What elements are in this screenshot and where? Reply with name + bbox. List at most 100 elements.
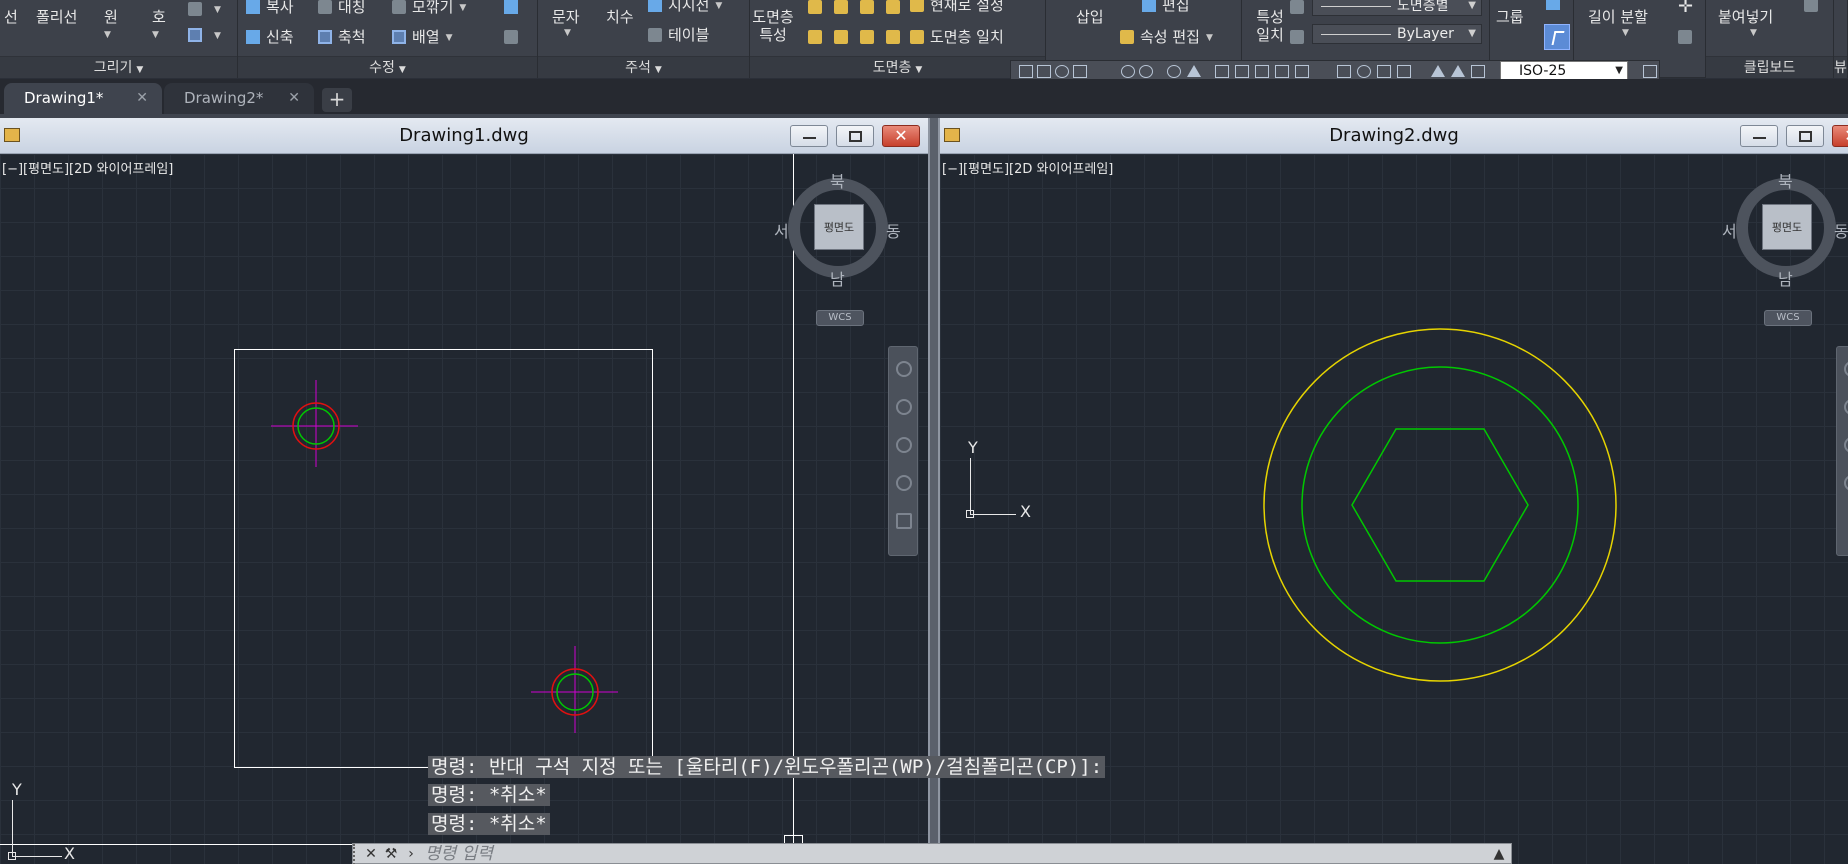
viewcube-top-face[interactable]: 평면도 bbox=[814, 204, 864, 250]
layer-walk-icon[interactable] bbox=[808, 28, 828, 46]
chevron-up-icon[interactable]: ▲ bbox=[1491, 846, 1507, 862]
showmotion-icon[interactable] bbox=[896, 513, 912, 529]
copy-tool[interactable]: 복사 bbox=[246, 0, 294, 16]
baseline-dim-icon[interactable] bbox=[1235, 65, 1249, 78]
break-dim-icon[interactable] bbox=[1295, 65, 1309, 78]
linetype-combo[interactable]: ByLayer ▼ bbox=[1312, 24, 1482, 44]
wrench-icon[interactable]: ⚒ bbox=[383, 846, 399, 862]
compass-north[interactable]: 북 bbox=[1778, 168, 1793, 192]
center-mark-icon[interactable] bbox=[1357, 65, 1371, 78]
match-properties-button[interactable]: 특성 일치 bbox=[1250, 8, 1290, 44]
ungroup-icon[interactable] bbox=[1546, 0, 1566, 12]
continue-dim-icon[interactable] bbox=[1255, 65, 1269, 78]
match-layer-button[interactable]: 도면층 일치 bbox=[910, 28, 1004, 46]
stretch-tool[interactable]: 신축 bbox=[246, 28, 294, 46]
pan-icon[interactable] bbox=[1844, 399, 1848, 415]
lineweight-icon[interactable] bbox=[1290, 28, 1310, 46]
wcs-menu[interactable]: WCS bbox=[816, 310, 864, 326]
linear-dim-icon[interactable] bbox=[1019, 65, 1033, 78]
jogged-linear-icon[interactable] bbox=[1397, 65, 1411, 78]
line-tool[interactable]: 선 bbox=[4, 8, 18, 26]
leader-tool[interactable]: 지시선 ▼ bbox=[648, 0, 722, 15]
list-icon[interactable] bbox=[1290, 0, 1310, 16]
close-button[interactable]: ✕ bbox=[882, 125, 920, 147]
set-current-layer-button[interactable]: 현재로 설정 bbox=[910, 0, 1004, 14]
mirror-tool[interactable]: 대칭 bbox=[318, 0, 366, 16]
viewcube[interactable]: 평면도 북 남 동 서 bbox=[774, 168, 901, 290]
layer-linetype-combo[interactable]: 도면층별 ▼ bbox=[1312, 0, 1482, 16]
close-icon[interactable]: ✕ bbox=[363, 846, 379, 862]
edit-block-button[interactable]: 편집 bbox=[1142, 0, 1190, 14]
fillet-tool[interactable]: 모깎기 ▼ bbox=[392, 0, 466, 17]
region-icon[interactable]: ▼ bbox=[188, 26, 221, 45]
paste-button[interactable]: 붙여넣기 bbox=[1718, 8, 1773, 26]
orbit-icon[interactable] bbox=[1844, 475, 1848, 491]
dim-text-edit-icon[interactable] bbox=[1451, 65, 1465, 77]
dim-update-icon[interactable] bbox=[1471, 65, 1485, 78]
compass-south[interactable]: 남 bbox=[1778, 266, 1793, 290]
measure-dropdown-icon[interactable]: ▼ bbox=[1622, 28, 1629, 38]
layers-panel-title[interactable]: 도면층 ▼ bbox=[750, 56, 1045, 78]
navigation-bar[interactable] bbox=[888, 346, 918, 556]
dim-style-icon[interactable] bbox=[1643, 65, 1657, 78]
dimension-tool[interactable]: 치수 bbox=[606, 8, 634, 26]
compass-south[interactable]: 남 bbox=[830, 266, 845, 290]
copy-clip-icon[interactable] bbox=[1804, 0, 1824, 14]
arc-length-icon[interactable] bbox=[1055, 65, 1069, 78]
orbit-icon[interactable] bbox=[896, 475, 912, 491]
layer-unlock-icon[interactable] bbox=[886, 28, 906, 46]
compass-north[interactable]: 북 bbox=[830, 168, 845, 192]
clipboard-panel-title[interactable]: 클립보드 bbox=[1706, 56, 1833, 78]
minimize-button[interactable] bbox=[1740, 125, 1778, 147]
draw-panel-title[interactable]: 그리기 ▼ bbox=[0, 56, 237, 78]
scale-tool[interactable]: 축척 bbox=[318, 28, 366, 46]
viewcube-top-face[interactable]: 평면도 bbox=[1762, 204, 1812, 250]
circle-tool[interactable]: 원 ▼ bbox=[104, 8, 118, 44]
viewcube[interactable]: 평면도 북 남 동 서 bbox=[1722, 168, 1848, 290]
aligned-dim-icon[interactable] bbox=[1037, 65, 1051, 78]
view-icon[interactable]: ▼ bbox=[188, 0, 221, 19]
maximize-button[interactable] bbox=[1786, 125, 1824, 147]
layer-lock-icon[interactable] bbox=[886, 0, 906, 16]
pan-icon[interactable] bbox=[896, 399, 912, 415]
dimension-style-combo[interactable]: ISO-25 ▼ bbox=[1500, 61, 1628, 81]
point-icon[interactable]: ✛ bbox=[1678, 0, 1693, 16]
arc-dropdown-icon[interactable]: ▼ bbox=[152, 26, 166, 44]
steering-wheel-icon[interactable] bbox=[1844, 361, 1848, 377]
window-splitter[interactable] bbox=[930, 118, 938, 864]
view-panel-title[interactable]: 뷰 bbox=[1834, 56, 1847, 78]
layer-freeze-icon[interactable] bbox=[860, 0, 880, 16]
angular-dim-icon[interactable] bbox=[1187, 65, 1201, 77]
edit-attributes-button[interactable]: 속성 편집 ▼ bbox=[1120, 28, 1213, 47]
navigation-bar[interactable] bbox=[1836, 346, 1848, 556]
steering-wheel-icon[interactable] bbox=[896, 361, 912, 377]
compass-east[interactable]: 동 bbox=[886, 218, 901, 242]
calculator-icon[interactable] bbox=[1678, 28, 1698, 46]
diameter-dim-icon[interactable] bbox=[1167, 65, 1181, 78]
close-icon[interactable]: ✕ bbox=[288, 83, 300, 113]
polyline-tool[interactable]: 폴리선 bbox=[36, 8, 77, 26]
layer-properties-button[interactable]: 도면층 특성 bbox=[750, 8, 796, 44]
zoom-icon[interactable] bbox=[1844, 437, 1848, 453]
command-input[interactable]: 명령 입력 bbox=[425, 844, 493, 864]
compass-west[interactable]: 서 bbox=[1722, 218, 1737, 242]
layer-off-icon[interactable] bbox=[808, 0, 828, 16]
maximize-button[interactable] bbox=[836, 125, 874, 147]
measure-button[interactable]: 길이 분할 bbox=[1588, 8, 1648, 26]
quick-dim-icon[interactable] bbox=[1215, 65, 1229, 78]
command-prompt-icon[interactable]: › bbox=[403, 846, 419, 862]
group-selection-icon[interactable] bbox=[1544, 24, 1570, 50]
drawing1-titlebar[interactable]: Drawing1.dwg ✕ bbox=[0, 118, 928, 154]
close-button[interactable]: ✕ bbox=[1832, 125, 1848, 147]
jogged-dim-icon[interactable] bbox=[1139, 65, 1153, 78]
wcs-menu[interactable]: WCS bbox=[1764, 310, 1812, 326]
compass-east[interactable]: 동 bbox=[1834, 218, 1848, 242]
array-tool[interactable]: 배열 ▼ bbox=[392, 28, 453, 47]
insert-block-button[interactable]: 삽입 bbox=[1076, 8, 1104, 26]
tab-drawing2[interactable]: Drawing2* ✕ bbox=[164, 83, 314, 115]
drawing2-titlebar[interactable]: Drawing2.dwg ✕ bbox=[940, 118, 1848, 154]
inspect-icon[interactable] bbox=[1377, 65, 1391, 78]
text-tool[interactable]: 문자 bbox=[552, 8, 580, 26]
arc-tool[interactable]: 호 ▼ bbox=[152, 8, 166, 44]
close-icon[interactable]: ✕ bbox=[136, 83, 148, 113]
